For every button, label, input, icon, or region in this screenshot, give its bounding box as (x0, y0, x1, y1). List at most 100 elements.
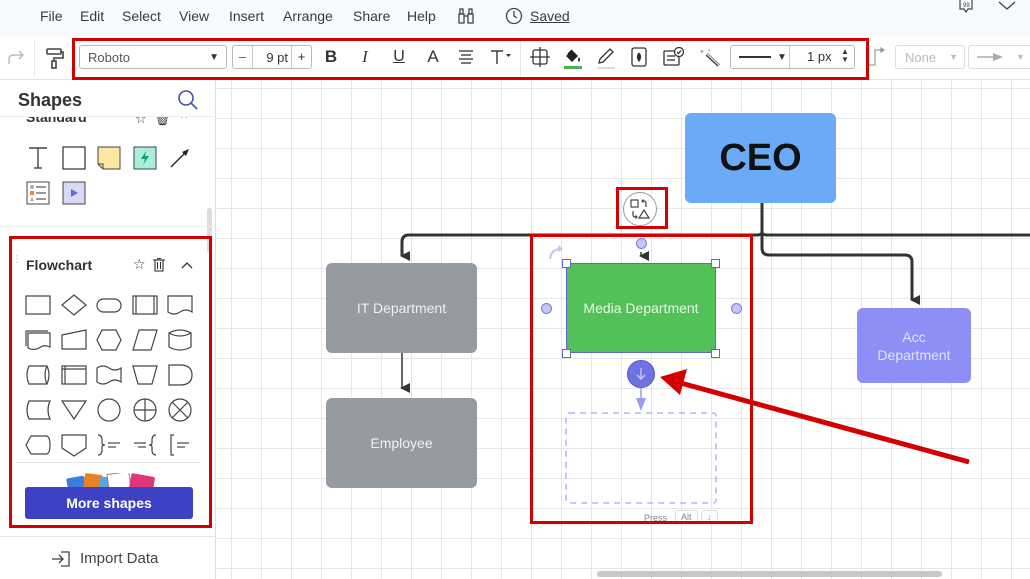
flowchart-shape-summing-junction[interactable] (130, 397, 160, 423)
drag-handle-icon[interactable]: ⋮ (12, 255, 22, 265)
node-acc-department[interactable]: Acc Department (857, 308, 971, 383)
line-width-spinner-icon[interactable]: ▲ ▼ (841, 48, 849, 64)
star-icon[interactable]: ☆ (135, 117, 147, 127)
flowchart-shape-preparation[interactable] (94, 327, 124, 353)
magic-wand-icon[interactable]: ✦ ✦ (697, 46, 721, 68)
position-icon[interactable] (529, 46, 551, 68)
collapse-icon[interactable]: ^ (181, 117, 187, 125)
node-media-department[interactable]: Media Department (566, 263, 716, 353)
opacity-icon[interactable] (629, 46, 649, 68)
rotate-handle-icon[interactable] (547, 245, 565, 261)
font-size-input[interactable]: 9 pt (253, 50, 291, 65)
menu-select[interactable]: Select (122, 8, 161, 24)
connection-point-left[interactable] (541, 303, 552, 314)
flowchart-shape-tape[interactable] (94, 362, 124, 388)
collapse-chevron-icon[interactable] (180, 260, 194, 270)
text-color-button[interactable]: A (423, 47, 443, 67)
line-end-select[interactable]: ▼ (968, 45, 1030, 69)
node-it-department[interactable]: IT Department (326, 263, 477, 353)
flowchart-shape-manual-input[interactable] (59, 327, 89, 353)
connector-style-icon[interactable] (866, 46, 886, 68)
bold-button[interactable]: B (321, 47, 341, 67)
flowchart-shape-document[interactable] (165, 292, 195, 318)
trash-icon[interactable] (152, 257, 166, 273)
flowchart-shape-terminator[interactable] (94, 292, 124, 318)
shape-rectangle[interactable] (59, 145, 89, 171)
binoculars-icon[interactable] (456, 6, 476, 26)
dropdown-arrow-icon: ▼ (777, 51, 787, 63)
shape-text[interactable] (23, 145, 53, 171)
resize-handle-bottom-right[interactable] (711, 349, 720, 358)
line-style-select[interactable]: ▼ 1 px ▲ ▼ (730, 45, 855, 69)
star-icon[interactable]: ☆ (133, 256, 146, 273)
redo-icon[interactable] (4, 46, 28, 70)
connector-ceo-acc[interactable] (760, 232, 920, 305)
shape-preview-placeholder[interactable] (565, 412, 717, 504)
menu-edit[interactable]: Edit (80, 8, 104, 24)
text-options-icon[interactable] (489, 47, 513, 67)
collapse-chevron-icon[interactable] (996, 0, 1018, 12)
shape-action[interactable] (130, 145, 160, 171)
flowchart-shape-process[interactable] (23, 292, 53, 318)
line-width-input[interactable]: 1 px (807, 49, 832, 64)
line-color-button[interactable] (595, 44, 617, 72)
flowchart-shape-or[interactable] (165, 397, 195, 423)
menu-file[interactable]: File (40, 8, 63, 24)
font-size-increase-button[interactable]: + (291, 46, 311, 68)
connector-ceo-right[interactable] (760, 231, 1030, 237)
flowchart-shape-multi-document[interactable] (23, 327, 53, 353)
flowchart-shape-annotation-right[interactable] (94, 432, 124, 458)
flowchart-shape-connector[interactable] (94, 397, 124, 423)
shape-options-icon[interactable] (662, 46, 686, 68)
connection-point-top[interactable] (636, 238, 647, 249)
flowchart-shape-off-page-connector[interactable] (59, 432, 89, 458)
align-icon[interactable] (456, 47, 476, 67)
flowchart-shape-internal-storage[interactable] (59, 362, 89, 388)
connector-ceo-it[interactable] (400, 231, 764, 261)
menu-view[interactable]: View (179, 8, 209, 24)
swap-shape-button[interactable] (623, 192, 657, 226)
flowchart-shape-direct-access[interactable] (23, 362, 53, 388)
flowchart-shape-delay[interactable] (165, 362, 195, 388)
add-shape-below-button[interactable] (627, 360, 655, 388)
sidebar-scrollbar[interactable] (207, 208, 212, 253)
horizontal-scrollbar[interactable] (597, 571, 942, 577)
saved-status-link[interactable]: Saved (530, 8, 570, 24)
diagram-canvas[interactable]: CEO IT Department Employee Media Departm… (217, 80, 1030, 579)
menu-arrange[interactable]: Arrange (283, 8, 333, 24)
resize-handle-top-right[interactable] (711, 259, 720, 268)
trash-icon[interactable]: 🗑 (154, 117, 171, 127)
format-painter-icon[interactable] (42, 46, 66, 70)
node-ceo[interactable]: CEO (685, 113, 836, 203)
more-shapes-button[interactable]: More shapes (25, 487, 193, 519)
import-data-button[interactable]: Import Data (52, 550, 158, 567)
italic-button[interactable]: I (355, 47, 375, 67)
shape-video[interactable] (59, 180, 89, 206)
flowchart-shape-database[interactable] (165, 327, 195, 353)
search-icon[interactable] (176, 88, 200, 112)
flowchart-shape-annotation-bracket[interactable] (165, 432, 195, 458)
flowchart-shape-decision[interactable] (59, 292, 89, 318)
shape-sticky-note[interactable] (94, 145, 124, 171)
flowchart-shape-display[interactable] (23, 432, 53, 458)
flowchart-shape-manual-operation[interactable] (130, 362, 160, 388)
font-size-decrease-button[interactable]: – (233, 46, 253, 68)
comments-icon[interactable]: 99 (956, 0, 976, 14)
fill-color-button[interactable] (562, 44, 584, 72)
menu-insert[interactable]: Insert (229, 8, 264, 24)
menu-help[interactable]: Help (407, 8, 436, 24)
line-start-select[interactable]: None ▼ (895, 45, 965, 69)
underline-button[interactable]: U (389, 47, 409, 67)
resize-handle-bottom-left[interactable] (562, 349, 571, 358)
flowchart-shape-annotation-left[interactable] (130, 432, 160, 458)
node-employee[interactable]: Employee (326, 398, 477, 488)
font-family-select[interactable]: Roboto ▼ (79, 45, 227, 69)
flowchart-shape-stored-data[interactable] (23, 397, 53, 423)
connection-point-right[interactable] (731, 303, 742, 314)
shape-list[interactable] (23, 180, 53, 206)
shape-arrow[interactable] (165, 145, 195, 171)
flowchart-shape-data[interactable] (130, 327, 160, 353)
flowchart-shape-predefined-process[interactable] (130, 292, 160, 318)
flowchart-shape-merge[interactable] (59, 397, 89, 423)
menu-share[interactable]: Share (353, 8, 390, 24)
